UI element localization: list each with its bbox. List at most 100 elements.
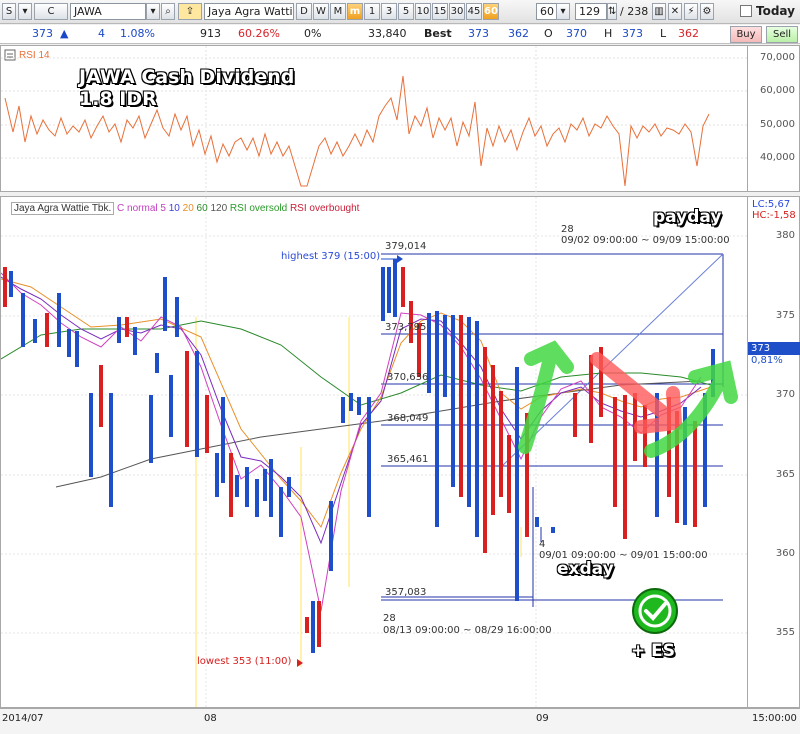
market-dropdown[interactable]: ▾ bbox=[18, 3, 32, 20]
date-label: 08 bbox=[204, 713, 217, 724]
candle-bar bbox=[279, 487, 283, 537]
open-label: O bbox=[544, 27, 553, 40]
price-axis: LC:5,67 HC:-1,58 380 375 373 0,81% 370 3… bbox=[748, 196, 800, 708]
period-button-5[interactable]: 5 bbox=[398, 3, 414, 20]
candle-bar bbox=[551, 527, 555, 533]
legend-rsi-overbought: RSI overbought bbox=[289, 203, 360, 214]
candle-bar bbox=[195, 351, 199, 457]
candle-bar bbox=[117, 317, 121, 343]
candle-bar bbox=[133, 327, 137, 355]
price-tick: 380 bbox=[775, 230, 795, 241]
candle-bar bbox=[45, 313, 49, 347]
candle-bar bbox=[99, 365, 103, 427]
candle-bar bbox=[3, 267, 7, 307]
period-button-30[interactable]: 30 bbox=[449, 3, 465, 20]
rsi-pane[interactable]: RSI 14 JAWA Cash Dividend 1.8 IDR bbox=[0, 45, 749, 193]
rsi-tick: 50,000 bbox=[760, 119, 795, 130]
candle-bar bbox=[451, 315, 455, 487]
candle-bar bbox=[255, 479, 259, 517]
candle-bar bbox=[515, 367, 519, 601]
ticker-dropdown[interactable]: ▾ bbox=[146, 3, 160, 20]
fib-level: 357,083 bbox=[385, 587, 427, 598]
fib-level: 373,795 bbox=[385, 322, 427, 333]
candle-bar bbox=[163, 277, 167, 331]
candle-bar bbox=[643, 405, 647, 467]
type-code-label[interactable]: C bbox=[34, 3, 68, 20]
period-button-m[interactable]: m bbox=[347, 3, 363, 20]
range3-count: 4 bbox=[539, 539, 546, 550]
search-icon[interactable]: ⌕ bbox=[161, 3, 175, 20]
candle-bar bbox=[175, 297, 179, 337]
high-value: 373 bbox=[622, 27, 643, 40]
rsi-title: RSI 14 bbox=[19, 50, 50, 61]
best-bid: 373 bbox=[468, 27, 489, 40]
green-arrow-icon bbox=[518, 340, 574, 454]
today-checkbox[interactable] bbox=[740, 5, 752, 17]
range1-count: 28 bbox=[561, 224, 574, 235]
legend-ma20: 20 bbox=[182, 203, 194, 214]
settings-icon[interactable]: ✕ bbox=[668, 3, 682, 20]
price-change-pct: 1.08% bbox=[120, 27, 155, 40]
tools-icon[interactable]: ⚙ bbox=[700, 3, 714, 20]
fib-level: 370,636 bbox=[387, 372, 429, 383]
candle-bar bbox=[229, 453, 233, 517]
legend-ma5: C normal 5 bbox=[117, 203, 166, 214]
range1-dates: 09/02 09:00:00 ~ 09/09 15:00:00 bbox=[561, 235, 730, 246]
range2-dates: 08/13 09:00:00 ~ 08/29 16:00:00 bbox=[383, 625, 552, 636]
candle-bar bbox=[623, 395, 627, 539]
chart-type-icon[interactable]: ▥ bbox=[652, 3, 666, 20]
change-arrow-icon: ▲ bbox=[60, 27, 69, 40]
today-label: Today bbox=[756, 4, 795, 18]
candle-bar bbox=[205, 395, 209, 453]
ma-20-line bbox=[1, 278, 712, 529]
period-button-W[interactable]: W bbox=[313, 3, 329, 20]
price-pane[interactable]: Jaya Agra Wattie Tbk. C normal 5 10 20 6… bbox=[0, 196, 749, 709]
candle-bar bbox=[287, 477, 291, 497]
candle-bar bbox=[21, 293, 25, 347]
bars-stepper[interactable]: ⇅ bbox=[607, 3, 617, 20]
dividend-annotation: JAWA Cash Dividend 1.8 IDR bbox=[79, 66, 295, 110]
lowest-label: lowest 353 (11:00) bbox=[197, 656, 292, 667]
date-label: 2014/07 bbox=[2, 713, 44, 724]
period-button-1[interactable]: 1 bbox=[364, 3, 380, 20]
candle-bar bbox=[381, 267, 385, 321]
period-button-45[interactable]: 45 bbox=[466, 3, 482, 20]
payday-label: payday bbox=[653, 207, 722, 227]
period-button-60[interactable]: 60 bbox=[483, 3, 499, 20]
price-tick: 370 bbox=[775, 389, 795, 400]
low-label: L bbox=[660, 27, 667, 40]
range2-count: 28 bbox=[383, 613, 396, 624]
bars-shown-input[interactable]: 129 bbox=[575, 3, 607, 20]
buy-button[interactable]: Buy bbox=[730, 26, 762, 43]
candle-bar bbox=[475, 321, 479, 537]
last-price: 373 bbox=[32, 27, 53, 40]
candle-bar bbox=[221, 397, 225, 483]
candle-bar bbox=[491, 365, 495, 515]
candle-bar bbox=[341, 397, 345, 423]
period-button-10[interactable]: 10 bbox=[415, 3, 431, 20]
fib-level: 379,014 bbox=[385, 241, 427, 252]
candle-bar bbox=[215, 453, 219, 497]
legend-ma10: 10 bbox=[168, 203, 180, 214]
candle-bar bbox=[75, 331, 79, 367]
period-button-3[interactable]: 3 bbox=[381, 3, 397, 20]
candle-bar bbox=[401, 267, 405, 307]
candle-bar bbox=[149, 395, 153, 463]
market-code-label[interactable]: S bbox=[2, 3, 16, 20]
candle-bar bbox=[459, 315, 463, 497]
period-button-15[interactable]: 15 bbox=[432, 3, 448, 20]
candle-bar bbox=[507, 435, 511, 513]
rsi-axis: 70,000 60,000 50,000 40,000 bbox=[748, 45, 800, 192]
indicator-icon[interactable]: ⚡ bbox=[684, 3, 698, 20]
period-button-D[interactable]: D bbox=[296, 3, 312, 20]
period-button-M[interactable]: M bbox=[330, 3, 346, 20]
candle-bar bbox=[67, 329, 71, 357]
legend-rsi-oversold: RSI oversold bbox=[229, 203, 288, 214]
candle-bar bbox=[245, 467, 249, 507]
favorite-icon[interactable]: ⇪ bbox=[178, 3, 202, 20]
ticker-input[interactable]: JAWA bbox=[70, 3, 146, 20]
checkmark-icon bbox=[632, 588, 678, 634]
interval-dropdown[interactable]: ▾ bbox=[556, 3, 570, 20]
sell-button[interactable]: Sell bbox=[766, 26, 798, 43]
candle-bar bbox=[305, 617, 309, 633]
